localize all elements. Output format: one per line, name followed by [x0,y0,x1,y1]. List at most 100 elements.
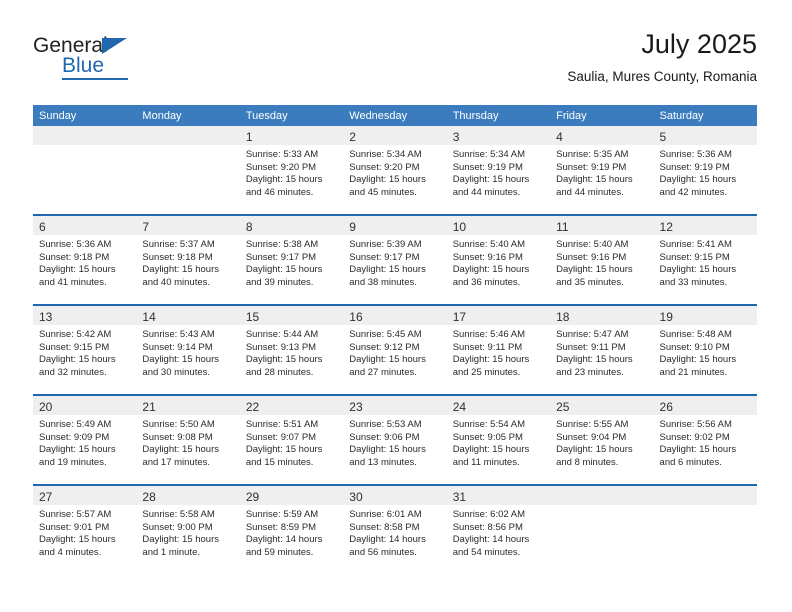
day-number: 1 [245,130,253,144]
day-detail-line: Sunrise: 5:51 AM [245,419,319,430]
day-detail-line: Sunset: 9:07 PM [245,431,317,443]
day-details: Sunrise: 6:01 AM Sunset: 8:58 PM Daylight:… [343,505,446,559]
calendar-day-cell[interactable]: 3 Sunrise: 5:34 AM Sunset: 9:19 PM Daylight… [446,126,551,215]
day-number: 26 [659,400,673,414]
day-number-band: 26 [653,396,757,415]
day-details [550,505,653,509]
calendar-day-cell[interactable]: 29 Sunrise: 5:59 AM Sunset: 8:59 PM Dayligh… [239,484,344,574]
day-number: 25 [556,400,570,414]
day-detail-line: Sunrise: 5:54 AM [452,419,526,430]
calendar-day-cell-empty [550,484,654,574]
calendar-day-cell[interactable]: 1 Sunrise: 5:33 AM Sunset: 9:20 PM Daylight… [239,126,344,215]
day-number: 2 [349,130,356,144]
day-detail-line: Daylight: 15 hours [659,264,737,276]
day-detail-line: Daylight: 15 hours [245,264,323,276]
day-number-band: 29 [239,486,344,505]
calendar-day-cell[interactable]: 31 Sunrise: 6:02 AM Sunset: 8:56 PM Dayligh… [446,484,551,574]
day-detail-line: Sunset: 9:09 PM [39,431,110,443]
day-number: 23 [349,400,363,414]
day-detail-line: Sunrise: 5:56 AM [659,419,732,430]
day-detail-line: and 11 minutes. [452,456,520,468]
calendar-day-cell[interactable]: 13 Sunrise: 5:42 AM Sunset: 9:15 PM Dayligh… [33,304,137,395]
calendar-day-cell[interactable]: 26 Sunrise: 5:56 AM Sunset: 9:02 PM Dayligh… [653,394,757,485]
calendar-day-cell[interactable]: 21 Sunrise: 5:50 AM Sunset: 9:08 PM Dayligh… [136,394,240,485]
day-detail-line: Sunset: 8:56 PM [452,521,523,533]
calendar-day-cell[interactable]: 17 Sunrise: 5:46 AM Sunset: 9:11 PM Dayligh… [446,304,551,395]
day-detail-line: Daylight: 15 hours [349,264,426,276]
day-details [136,145,239,149]
calendar-day-cell[interactable]: 9 Sunrise: 5:39 AM Sunset: 9:17 PM Daylight… [343,214,447,305]
day-number-band: 3 [446,126,551,145]
calendar-day-cell[interactable]: 14 Sunrise: 5:43 AM Sunset: 9:14 PM Dayligh… [136,304,240,395]
day-detail-line: Daylight: 15 hours [659,174,737,186]
day-number-band: 18 [550,306,654,325]
calendar-day-cell[interactable]: 8 Sunrise: 5:38 AM Sunset: 9:17 PM Daylight… [239,214,344,305]
calendar-day-cell[interactable]: 22 Sunrise: 5:51 AM Sunset: 9:07 PM Dayligh… [239,394,344,485]
day-number: 8 [245,220,253,234]
day-detail-line: Sunrise: 5:46 AM [452,329,526,340]
calendar-grid: Sunday Monday Tuesday Wednesday Thursday Frid… [33,105,757,574]
calendar-day-cell[interactable]: 20 Sunrise: 5:49 AM Sunset: 9:09 PM Dayligh… [33,394,137,485]
day-detail-line: and 28 minutes. [245,366,314,378]
weekday-header-thursday: Thursday [446,105,551,126]
day-detail-line: Daylight: 15 hours [556,444,633,456]
day-number-band: 12 [653,216,757,235]
calendar-day-cell[interactable]: 30 Sunrise: 6:01 AM Sunset: 8:58 PM Dayligh… [343,484,447,574]
day-detail-line: Daylight: 14 hours [452,534,530,546]
calendar-day-cell[interactable]: 5 Sunrise: 5:36 AM Sunset: 9:19 PM Daylight… [653,126,757,215]
day-number-band: 13 [33,306,137,325]
calendar-day-cell[interactable]: 2 Sunrise: 5:34 AM Sunset: 9:20 PM Daylight… [343,126,447,215]
logo-underline [62,78,128,80]
day-detail-line: Sunset: 9:11 PM [452,341,523,353]
day-details: Sunrise: 5:35 AM Sunset: 9:19 PM Daylight:… [550,145,653,199]
day-detail-line: and 23 minutes. [556,366,624,378]
day-details: Sunrise: 5:39 AM Sunset: 9:17 PM Daylight:… [343,235,446,289]
calendar-day-cell[interactable]: 6 Sunrise: 5:36 AM Sunset: 9:18 PM Daylight… [33,214,137,305]
day-detail-line: and 59 minutes. [245,546,314,558]
calendar-day-cell[interactable]: 15 Sunrise: 5:44 AM Sunset: 9:13 PM Dayligh… [239,304,344,395]
calendar-day-cell[interactable]: 23 Sunrise: 5:53 AM Sunset: 9:06 PM Dayligh… [343,394,447,485]
day-number-band: 19 [653,306,757,325]
day-detail-line: and 45 minutes. [349,186,417,198]
day-detail-line: Daylight: 15 hours [556,174,633,186]
day-detail-line: Sunset: 9:16 PM [556,251,627,263]
calendar-day-cell[interactable]: 19 Sunrise: 5:48 AM Sunset: 9:10 PM Dayligh… [653,304,757,395]
calendar-day-cell[interactable]: 16 Sunrise: 5:45 AM Sunset: 9:12 PM Dayligh… [343,304,447,395]
calendar-day-cell[interactable]: 11 Sunrise: 5:40 AM Sunset: 9:16 PM Dayligh… [550,214,654,305]
day-detail-line: Sunrise: 5:45 AM [349,329,422,340]
day-detail-line: Daylight: 15 hours [39,444,116,456]
calendar-day-cell[interactable]: 25 Sunrise: 5:55 AM Sunset: 9:04 PM Dayligh… [550,394,654,485]
day-detail-line: and 8 minutes. [556,456,619,468]
title-block: July 2025 Saulia, Mures County, Romania [567,28,757,87]
calendar-day-cell[interactable]: 27 Sunrise: 5:57 AM Sunset: 9:01 PM Dayligh… [33,484,137,574]
day-detail-line: Sunset: 8:58 PM [349,521,420,533]
weekday-header-saturday: Saturday [653,105,757,126]
calendar-day-cell-empty [136,126,240,215]
day-detail-line: and 25 minutes. [452,366,521,378]
day-detail-line: Daylight: 15 hours [142,444,219,456]
day-details: Sunrise: 5:37 AM Sunset: 9:18 PM Daylight:… [136,235,239,289]
calendar-day-cell[interactable]: 24 Sunrise: 5:54 AM Sunset: 9:05 PM Dayligh… [446,394,551,485]
day-details: Sunrise: 6:02 AM Sunset: 8:56 PM Daylight:… [447,505,550,559]
day-detail-line: Sunrise: 5:40 AM [556,239,629,250]
day-detail-line: Sunrise: 5:43 AM [142,329,215,340]
day-detail-line: Sunset: 9:15 PM [659,251,730,263]
day-detail-line: and 30 minutes. [142,366,211,378]
calendar-day-cell[interactable]: 28 Sunrise: 5:58 AM Sunset: 9:00 PM Dayligh… [136,484,240,574]
day-detail-line: Sunrise: 6:02 AM [452,509,526,520]
calendar-day-cell[interactable]: 10 Sunrise: 5:40 AM Sunset: 9:16 PM Dayligh… [446,214,551,305]
day-number-band: 1 [239,126,344,145]
calendar-week-row: 27 Sunrise: 5:57 AM Sunset: 9:01 PM Dayligh… [33,484,757,574]
calendar-day-cell[interactable]: 7 Sunrise: 5:37 AM Sunset: 9:18 PM Daylight… [136,214,240,305]
day-number-band [33,126,137,145]
calendar-day-cell[interactable]: 12 Sunrise: 5:41 AM Sunset: 9:15 PM Dayligh… [653,214,757,305]
day-detail-line: Daylight: 15 hours [142,264,219,276]
day-detail-line: Sunrise: 5:50 AM [142,419,215,430]
day-number: 21 [142,400,156,414]
page-title: July 2025 [641,29,757,59]
calendar-day-cell[interactable]: 4 Sunrise: 5:35 AM Sunset: 9:19 PM Daylight… [550,126,654,215]
calendar-day-cell[interactable]: 18 Sunrise: 5:47 AM Sunset: 9:11 PM Dayligh… [550,304,654,395]
calendar-day-cell-empty [33,126,137,215]
day-number-band: 21 [136,396,240,415]
day-detail-line: Sunset: 9:20 PM [245,161,317,173]
